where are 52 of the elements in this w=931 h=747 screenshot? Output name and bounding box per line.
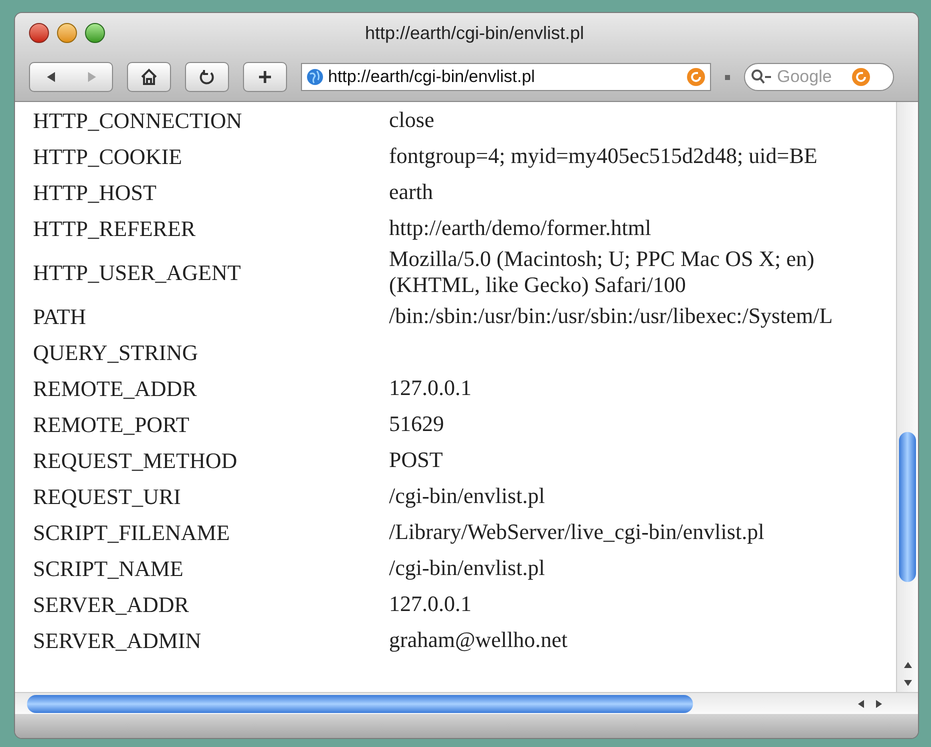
search-icon <box>751 69 773 85</box>
variable-value: /Library/WebServer/live_cgi-bin/envlist.pl <box>389 519 764 545</box>
globe-icon <box>306 68 324 86</box>
variable-name: REQUEST_METHOD <box>33 446 238 474</box>
variable-name: PATH <box>33 302 87 330</box>
plus-icon <box>257 69 273 85</box>
forward-icon <box>86 71 98 83</box>
window-title: http://earth/cgi-bin/envlist.pl <box>364 22 584 45</box>
search-box[interactable]: Google <box>744 63 894 91</box>
variable-value: /bin:/sbin:/usr/bin:/usr/sbin:/usr/libexec:/System/L <box>389 303 833 329</box>
variable-value: /cgi-bin/envlist.pl <box>389 483 545 509</box>
scroll-thumb[interactable] <box>27 694 693 712</box>
variable-name: SERVER_ADDR <box>33 590 190 618</box>
search-input[interactable]: Google <box>777 64 847 90</box>
close-button[interactable] <box>29 23 49 43</box>
variable-value: http://earth/demo/former.html <box>389 215 652 241</box>
vertical-scrollbar[interactable] <box>896 102 918 692</box>
variable-value: /cgi-bin/envlist.pl <box>389 555 545 581</box>
horizontal-scrollbar[interactable] <box>15 692 918 714</box>
variable-name: SERVER_ADMIN <box>33 626 202 654</box>
add-bookmark-button[interactable] <box>243 62 287 92</box>
variable-name: QUERY_STRING <box>33 338 200 366</box>
variable-name: REMOTE_PORT <box>33 410 190 438</box>
variable-name: REMOTE_ADDR <box>33 374 198 402</box>
variable-value: POST <box>389 447 443 473</box>
reload-button[interactable] <box>185 62 229 92</box>
home-button[interactable] <box>127 62 171 92</box>
variable-name: HTTP_CONNECTION <box>33 106 243 134</box>
home-icon <box>140 68 158 86</box>
address-text: http://earth/cgi-bin/envlist.pl <box>328 66 536 88</box>
variable-name: HTTP_REFERER <box>33 214 197 242</box>
variable-value: fontgroup=4; myid=my405ec515d2d48; uid=BE <box>389 143 818 169</box>
address-field[interactable]: http://earth/cgi-bin/envlist.pl <box>301 63 711 91</box>
variable-value: 51629 <box>389 411 444 437</box>
variable-name: HTTP_COOKIE <box>33 142 184 170</box>
variable-value: earth <box>389 179 433 205</box>
variable-value: 127.0.0.1 <box>389 591 472 617</box>
scroll-thumb[interactable] <box>899 432 916 582</box>
variable-value: 127.0.0.1 <box>389 375 472 401</box>
minimize-button[interactable] <box>57 23 77 43</box>
variable-name: HTTP_USER_AGENT <box>33 258 242 286</box>
variable-name: SCRIPT_NAME <box>33 554 184 582</box>
variable-value: Mozilla/5.0 (Macintosh; U; PPC Mac OS X; en) (KHTML, like Gecko) Safari/100 <box>389 246 814 298</box>
variable-value: graham@wellho.net <box>389 627 568 653</box>
zoom-button[interactable] <box>85 23 105 43</box>
variable-name: REQUEST_URI <box>33 482 182 510</box>
reload-icon <box>199 69 215 85</box>
variable-name: HTTP_HOST <box>33 178 158 206</box>
variable-name: SCRIPT_FILENAME <box>33 518 231 546</box>
back-icon <box>44 71 56 83</box>
variable-value: close <box>389 107 434 133</box>
back-forward-button[interactable] <box>29 62 113 92</box>
